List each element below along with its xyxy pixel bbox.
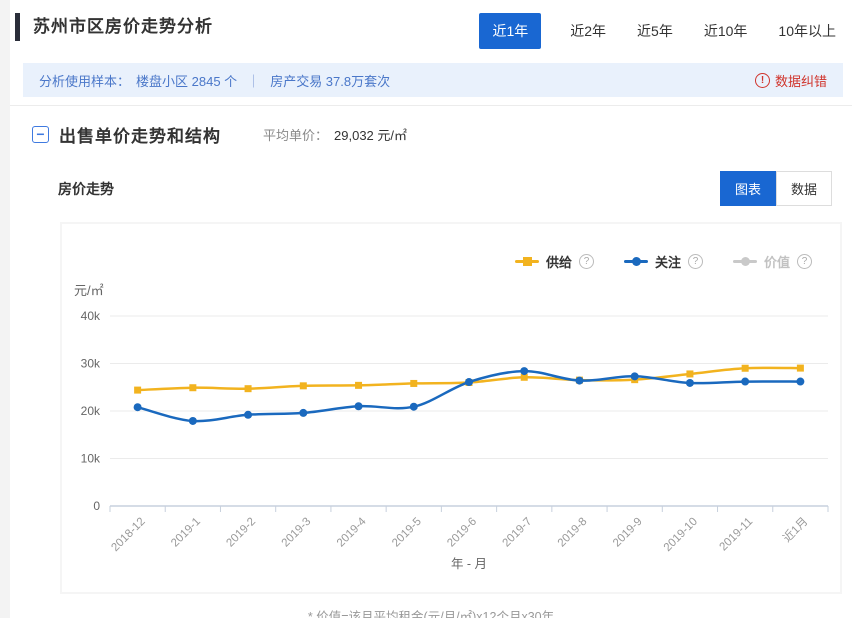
title-wrap: 苏州市区房价走势分析 [23,12,213,42]
chart-data-toggle: 图表 数据 [720,171,832,206]
svg-text:近1月: 近1月 [781,515,811,545]
info-circle-icon: ! [755,73,770,88]
svg-text:2019-11: 2019-11 [718,516,756,554]
average-price-value: 29,032 元/㎡ [334,128,407,143]
svg-text:2019-3: 2019-3 [280,516,314,550]
chart-title: 房价走势 [58,179,114,199]
value-formula-footnote: * 价值=该月平均租金(元/月/㎡)x12个月x30年 [10,606,852,618]
svg-text:40k: 40k [81,309,101,323]
sample-stats-text: 分析使用样本： 楼盘小区 2845 个 ｜ 房产交易 37.8万套次 [39,71,390,90]
tab-10year[interactable]: 近10年 [702,13,750,49]
top-header: 苏州市区房价走势分析 近1年 近2年 近5年 近10年 10年以上 [10,0,852,49]
svg-text:2019-4: 2019-4 [335,515,369,549]
average-price: 平均单价： 29,032 元/㎡ [263,125,407,144]
tab-1year[interactable]: 近1年 [479,13,541,49]
svg-text:10k: 10k [81,452,101,466]
svg-text:2018-12: 2018-12 [109,516,147,554]
sample-transaction-count: 房产交易 37.8万套次 [270,71,390,90]
toggle-chart-button[interactable]: 图表 [720,171,776,206]
section-header: − 出售单价走势和结构 平均单价： 29,032 元/㎡ [32,122,852,147]
svg-text:2019-10: 2019-10 [662,516,700,554]
tab-5year[interactable]: 近5年 [635,13,675,49]
error-report-label: 数据纠错 [775,71,827,90]
svg-text:2019-7: 2019-7 [501,516,535,550]
title-accent-bar [15,13,20,41]
svg-text:2019-6: 2019-6 [445,516,479,550]
sample-stats-bar: 分析使用样本： 楼盘小区 2845 个 ｜ 房产交易 37.8万套次 ! 数据纠… [23,63,843,97]
page-title: 苏州市区房价走势分析 [33,12,213,42]
price-trend-chart-card: 元/㎡ 供给 ? 关注 ? 价值 ? 010k20k30k40k2018-122… [60,222,842,594]
tab-2year[interactable]: 近2年 [568,13,608,49]
section-title: 出售单价走势和结构 [59,122,221,147]
sample-label: 分析使用样本： [39,71,130,90]
toggle-data-button[interactable]: 数据 [776,171,832,206]
tab-over10year[interactable]: 10年以上 [776,13,838,49]
svg-text:2019-8: 2019-8 [556,516,590,550]
chart-title-row: 房价走势 图表 数据 [58,171,832,206]
svg-text:20k: 20k [81,404,101,418]
svg-text:2019-2: 2019-2 [224,516,258,550]
svg-text:0: 0 [93,499,100,513]
average-price-label: 平均单价： [263,128,328,143]
svg-text:2019-9: 2019-9 [611,516,645,550]
page-content: 苏州市区房价走势分析 近1年 近2年 近5年 近10年 10年以上 分析使用样本… [10,0,852,618]
stats-separator: ｜ [247,71,260,90]
sample-community-count: 楼盘小区 2845 个 [136,71,237,90]
page-left-gutter [0,0,10,618]
error-report-button[interactable]: ! 数据纠错 [755,71,827,90]
collapse-icon[interactable]: − [32,126,49,143]
price-trend-chart-canvas[interactable]: 0 10k 20k 30k 40k 2018-12 2019-1 2019-2 2019-3 20… [62,224,840,592]
divider [10,105,852,106]
svg-text:2019-1: 2019-1 [169,516,203,550]
time-range-tabs: 近1年 近2年 近5年 近10年 10年以上 [479,13,838,49]
svg-text:2019-5: 2019-5 [390,516,424,550]
svg-text:年 - 月: 年 - 月 [451,557,487,571]
svg-text:30k: 30k [81,357,101,371]
